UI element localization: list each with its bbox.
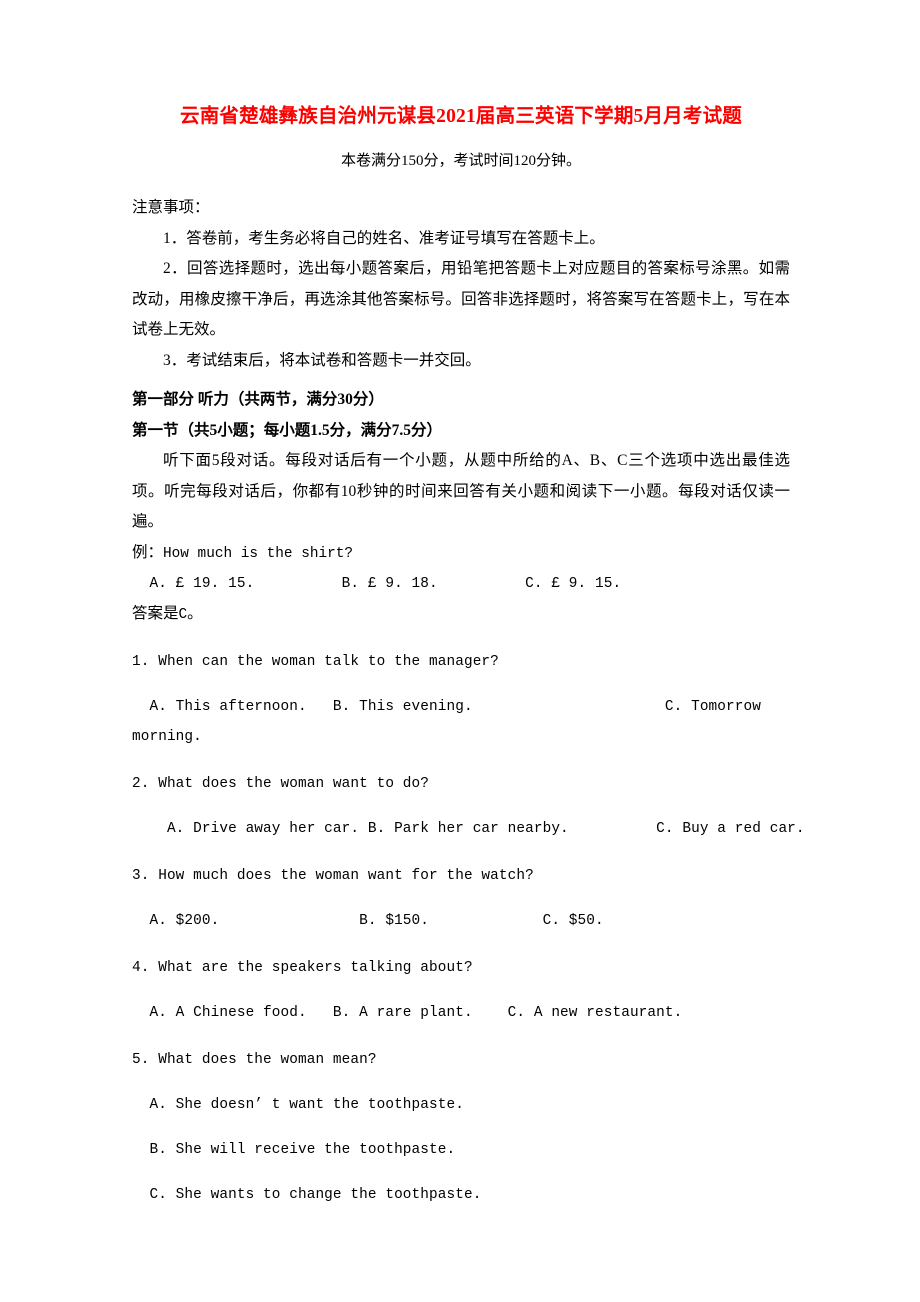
example-answer-suffix: 。 [187,604,203,622]
note-item-3: 3．考试结束后，将本试卷和答题卡一并交回。 [163,351,481,369]
question-3-option-line-1[interactable]: A. $200. B. $150. C. $50. [132,906,790,936]
question-1: 1. When can the woman talk to the manage… [132,630,790,752]
question-3: 3. How much does the woman want for the … [132,844,790,936]
example-answer: 答案是C。 [132,599,790,630]
example-answer-value: C [178,606,188,623]
question-1-options: A. This afternoon. B. This evening. C. T… [132,677,790,752]
question-2-options: A. Drive away her car. B. Park her car n… [132,799,805,844]
question-5-stem: 5. What does the woman mean? [132,1051,377,1068]
question-1-option-line-1[interactable]: A. This afternoon. B. This evening. C. T… [132,692,790,722]
question-2: 2. What does the woman want to do? A. Dr… [132,752,805,844]
example-options: A. £ 19. 15. B. £ 9. 18. C. £ 9. 15. [132,575,622,592]
question-5: 5. What does the woman mean? A. She does… [132,1028,790,1210]
question-5-option-b[interactable]: B. She will receive the toothpaste. [132,1120,790,1165]
exam-subtitle: 本卷满分150分，考试时间120分钟。 [340,153,581,169]
example-stem-text: How much is the shirt? [163,545,354,562]
example-answer-label: 答案是 [132,604,179,622]
question-4-option-line-1[interactable]: A. A Chinese food. B. A rare plant. C. A… [132,998,790,1028]
note-item-2: 2．回答选择题时，选出每小题答案后，用铅笔把答题卡上对应题目的答案标号涂黑。如需… [132,260,790,338]
question-3-options: A. $200. B. $150. C. $50. [132,891,790,936]
question-1-option-line-2[interactable]: morning. [132,722,790,752]
example-stem: 例：How much is the shirt? [132,538,790,569]
notes-heading: 注意事项： [132,199,210,216]
example-label: 例： [132,543,164,561]
page-content: 云南省楚雄彝族自治州元谋县2021届高三英语下学期5月月考试题 本卷满分150分… [132,0,805,1210]
note-item-1: 1．答卷前，考生务必将自己的姓名、准考证号填写在答题卡上。 [163,229,605,247]
question-1-stem: 1. When can the woman talk to the manage… [132,653,499,670]
section-one-heading: 第一节（共5小题；每小题1.5分，满分7.5分） [132,421,443,439]
question-4-stem: 4. What are the speakers talking about? [132,959,473,976]
part-one-heading: 第一部分 听力（共两节，满分30分） [132,391,384,408]
page-title: 云南省楚雄彝族自治州元谋县2021届高三英语下学期5月月考试题 [180,106,742,127]
listening-instructions: 听下面5段对话。每段对话后有一个小题，从题中所给的A、B、C三个选项中选出最佳选… [132,452,790,530]
question-2-option-line-1[interactable]: A. Drive away her car. B. Park her car n… [132,814,805,844]
question-5-option-a[interactable]: A. She doesn’ t want the toothpaste. [132,1090,790,1120]
question-4: 4. What are the speakers talking about? … [132,936,790,1028]
question-5-option-c[interactable]: C. She wants to change the toothpaste. [132,1165,790,1210]
question-4-options: A. A Chinese food. B. A rare plant. C. A… [132,983,790,1028]
exam-paper-page: 云南省楚雄彝族自治州元谋县2021届高三英语下学期5月月考试题 本卷满分150分… [0,0,920,1302]
question-2-stem: 2. What does the woman want to do? [132,775,430,792]
question-3-stem: 3. How much does the woman want for the … [132,867,534,884]
question-5-options: A. She doesn’ t want the toothpaste. B. … [132,1075,790,1210]
